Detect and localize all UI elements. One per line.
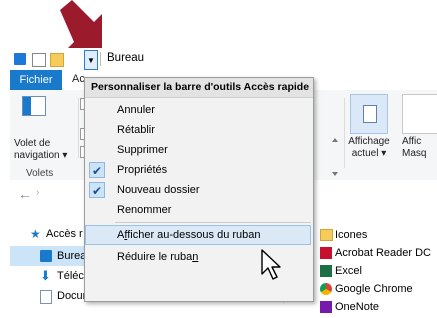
current-view-icon	[363, 105, 377, 123]
onenote-icon	[320, 301, 332, 313]
navigation-pane-label-1: Volet de	[14, 138, 51, 149]
menu-item-label: Réduire le ruban	[117, 247, 198, 267]
forward-chevron-icon[interactable]: ›	[36, 187, 39, 198]
menu-header: Personnaliser la barre d'outils Accès ra…	[85, 78, 313, 98]
menu-item-show-below-ribbon[interactable]: Afficher au-dessous du ruban	[85, 225, 311, 245]
system-menu-icon[interactable]	[14, 53, 26, 65]
menu-item-retablir[interactable]: Rétablir	[85, 120, 313, 140]
menu-item-label: Nouveau dossier	[117, 184, 200, 196]
list-item-label: Icones	[335, 229, 368, 241]
new-folder-icon[interactable]	[50, 53, 64, 67]
show-hide-button[interactable]	[402, 94, 437, 134]
title-separator	[100, 52, 101, 66]
menu-item-label: Afficher au-dessous du ruban	[117, 226, 261, 244]
chevron-down-icon: ▼	[87, 56, 95, 65]
menu-item-label: Propriétés	[117, 164, 168, 176]
menu-item-label: Renommer	[117, 204, 172, 216]
access-key: n	[192, 251, 199, 263]
current-view-label[interactable]: Affichage actuel ▾	[346, 136, 392, 160]
current-view-label-1: Affichage	[348, 136, 390, 147]
panes-group-label: Volets	[26, 168, 54, 179]
chrome-icon	[320, 283, 332, 295]
current-view-label-2: actuel ▾	[351, 148, 387, 159]
tab-fichier[interactable]: Fichier	[10, 70, 62, 90]
menu-item-nouveau-dossier[interactable]: ✔ Nouveau dossier	[85, 180, 313, 200]
nav-quick-access-label: Accès r	[46, 228, 83, 240]
back-arrow-icon[interactable]: ←	[18, 186, 32, 202]
acrobat-icon	[320, 247, 332, 259]
menu-item-renommer[interactable]: Renommer	[85, 200, 313, 220]
ribbon-separator	[78, 98, 79, 158]
show-hide-label[interactable]: Affic Masq	[402, 136, 426, 160]
properties-icon[interactable]	[32, 53, 46, 67]
desktop-icon	[40, 250, 52, 262]
list-item-label: OneNote	[335, 301, 380, 313]
quick-access-dropdown-button[interactable]: ▼	[84, 50, 98, 70]
mouse-pointer-icon	[261, 249, 281, 280]
menu-item-label: Supprimer	[117, 144, 168, 156]
navigation-pane-icon[interactable]	[22, 96, 46, 116]
show-hide-label-2: Masq	[402, 148, 427, 159]
navigation-pane-button[interactable]: Volet de navigation ▾	[14, 138, 74, 162]
list-item-label: Excel	[335, 265, 362, 277]
label-part: Réduire le ruba	[117, 251, 193, 263]
list-item-label: Acrobat Reader DC	[335, 247, 431, 259]
navigation-pane-label-2: navigation ▾	[14, 150, 68, 161]
menu-item-supprimer[interactable]: Supprimer	[85, 140, 313, 160]
pointer-arrow-icon	[60, 0, 102, 50]
document-icon	[40, 290, 52, 304]
label-part: ficher au-dessous du ruban	[127, 229, 261, 241]
checkmark-icon: ✔	[89, 162, 105, 178]
menu-item-proprietes[interactable]: ✔ Propriétés	[85, 160, 313, 180]
folder-icon	[320, 229, 333, 241]
window-title: Bureau	[107, 52, 145, 64]
checkmark-icon: ✔	[89, 182, 105, 198]
ribbon-separator	[344, 98, 345, 168]
title-bar: ▼ Bureau	[10, 48, 437, 71]
show-hide-label-1: Affic	[402, 136, 422, 147]
menu-item-annuler[interactable]: Annuler	[85, 100, 313, 120]
menu-separator	[115, 222, 311, 223]
current-view-button[interactable]	[350, 94, 388, 134]
list-item-label: Google Chrome	[335, 283, 413, 295]
tab-accueil[interactable]: Ac	[72, 73, 85, 85]
menu-item-label: Rétablir	[117, 124, 155, 136]
download-icon: ⬇	[40, 268, 51, 283]
excel-icon	[320, 265, 332, 277]
file-list: Icones Acrobat Reader DC Excel Google Ch…	[320, 226, 437, 318]
layout-scroll-icon[interactable]	[330, 138, 340, 178]
menu-item-label: Annuler	[117, 104, 155, 116]
star-icon: ★	[30, 227, 41, 241]
